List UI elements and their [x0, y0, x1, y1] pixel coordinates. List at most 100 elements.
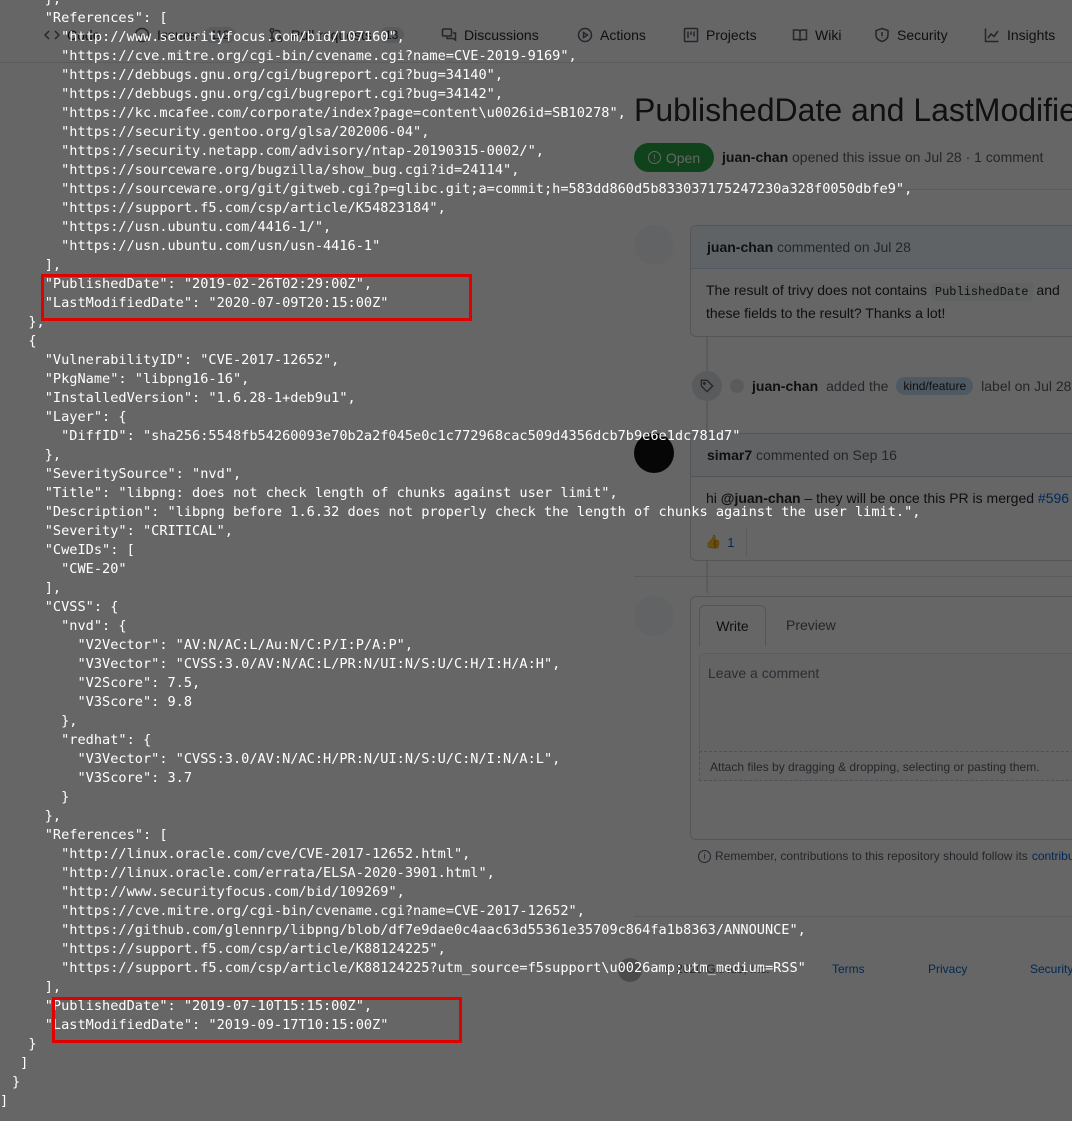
tab-write[interactable]: Write — [699, 605, 766, 646]
graph-icon — [984, 28, 999, 43]
code-line: "http://linux.oracle.com/errata/ELSA-202… — [12, 865, 495, 881]
code-line: "https://support.f5.com/csp/article/K548… — [12, 200, 446, 216]
tab-label: Projects — [706, 27, 757, 43]
repo-nav: Code Issues 112 Pull requests 13 Discuss… — [0, 0, 1072, 63]
issue-icon — [134, 27, 150, 43]
code-line: ] — [12, 1055, 29, 1071]
footer-divider — [634, 916, 1072, 917]
footer-copyright: © 2020 GitHub, Inc. — [664, 962, 770, 976]
code-line: }, — [12, 447, 62, 463]
code-line: "https://kc.mcafee.com/corporate/index?p… — [12, 105, 626, 121]
open-issue-icon: ! — [647, 151, 661, 164]
code-line: "Layer": { — [12, 409, 127, 425]
comment-card: juan-chan commented on Jul 28 The result… — [690, 225, 1072, 337]
code-icon — [44, 30, 60, 40]
comment-header: simar7 commented on Sep 16 — [691, 434, 1072, 477]
code-line: "CweIDs": [ — [12, 542, 135, 558]
tab-preview[interactable]: Preview — [786, 617, 836, 633]
code-line: "VulnerabilityID": "CVE-2017-12652", — [12, 352, 340, 368]
issue-author-link[interactable]: juan-chan — [722, 149, 788, 165]
contribution-notice: i Remember, contributions to this reposi… — [698, 849, 1072, 863]
code-line: "V2Vector": "AV:N/AC:L/Au:N/C:P/I:P/A:P"… — [12, 637, 414, 653]
code-line: "PkgName": "libpng16-16", — [12, 371, 250, 387]
code-line: "https://usn.ubuntu.com/usn/usn-4416-1" — [12, 238, 381, 254]
pr-count: 13 — [378, 27, 405, 43]
comment-author-link[interactable]: simar7 — [707, 447, 752, 463]
issue-meta: juan-chan opened this issue on Jul 28 · … — [722, 149, 1043, 165]
project-icon — [683, 27, 699, 43]
avatar[interactable] — [634, 225, 674, 265]
pull-request-icon — [269, 27, 283, 43]
code-line: "https://sourceware.org/bugzilla/show_bu… — [12, 162, 520, 178]
reaction-button[interactable]: 👍 1 — [691, 527, 747, 557]
comment-author-link[interactable]: juan-chan — [707, 239, 773, 255]
code-line: "nvd": { — [12, 618, 127, 634]
avatar[interactable] — [634, 433, 674, 473]
mention-link[interactable]: @juan-chan — [721, 490, 801, 506]
code-line: "https://security.netapp.com/advisory/nt… — [12, 143, 544, 159]
footer-security-link[interactable]: Security — [1030, 962, 1072, 976]
code-line: "V2Score": 7.5, — [12, 675, 201, 691]
code-line: } — [12, 1074, 21, 1090]
tab-code[interactable]: Code — [44, 27, 100, 43]
info-icon: i — [698, 849, 711, 863]
attach-files-bar[interactable]: Attach files by dragging & dropping, sel… — [699, 751, 1072, 781]
avatar[interactable] — [634, 596, 674, 636]
tab-pull-requests[interactable]: Pull requests 13 — [268, 27, 405, 43]
code-line: "redhat": { — [12, 732, 152, 748]
tab-issues[interactable]: Issues 112 — [134, 27, 236, 43]
tab-wiki[interactable]: Wiki — [792, 27, 841, 43]
code-line: "V3Score": 3.7 — [12, 770, 193, 786]
code-line: "https://cve.mitre.org/cgi-bin/cvename.c… — [12, 903, 585, 919]
github-logo-icon[interactable] — [618, 958, 642, 982]
tab-insights[interactable]: Insights — [984, 27, 1055, 43]
code-line: } — [12, 1036, 37, 1052]
tab-security[interactable]: Security — [874, 27, 948, 43]
state-badge: ! Open — [634, 143, 714, 172]
tab-label: Pull requests — [291, 27, 372, 43]
comment-text: these fields to the result? Thanks a lot… — [706, 305, 946, 321]
pr-link[interactable]: #596 — [1038, 490, 1069, 506]
issue-title: PublishedDate and LastModifie — [634, 92, 1072, 128]
code-line: "CVSS": { — [12, 599, 119, 615]
notice-text: Remember, contributions to this reposito… — [715, 849, 1028, 863]
tab-discussions[interactable]: Discussions — [441, 27, 539, 43]
header-divider — [634, 189, 1072, 190]
tab-actions[interactable]: Actions — [577, 27, 646, 43]
contributing-link[interactable]: contribu — [1032, 849, 1072, 863]
comment-header: juan-chan commented on Jul 28 — [691, 226, 1072, 269]
code-line: "V3Score": 9.8 — [12, 694, 193, 710]
shield-icon — [875, 27, 889, 43]
discussion-icon — [441, 28, 457, 42]
comment-timestamp[interactable]: commented on Sep 16 — [756, 447, 897, 463]
tab-projects[interactable]: Projects — [683, 27, 757, 43]
event-actor-link[interactable]: juan-chan — [752, 378, 818, 394]
code-line: ], — [12, 257, 62, 273]
event-action: added the — [826, 378, 889, 394]
comment-text: The result of trivy does not contains — [706, 282, 927, 298]
code-line: "Title": "libpng: does not check length … — [12, 485, 618, 501]
comment-textarea[interactable]: Leave a comment — [699, 653, 1072, 752]
comment-placeholder: Leave a comment — [708, 665, 820, 681]
comment-text: hi — [706, 490, 717, 506]
event-suffix: label on Jul 28 — [981, 378, 1072, 394]
comment-card: simar7 commented on Sep 16 hi @juan-chan… — [690, 433, 1072, 561]
timeline-divider — [634, 576, 1072, 577]
tab-label: Actions — [600, 27, 646, 43]
label-pill[interactable]: kind/feature — [896, 377, 974, 395]
issues-count: 112 — [204, 27, 236, 43]
book-icon — [792, 29, 808, 42]
code-line: "http://linux.oracle.com/cve/CVE-2017-12… — [12, 846, 471, 862]
code-line: "References": [ — [12, 827, 168, 843]
footer-privacy-link[interactable]: Privacy — [928, 962, 967, 976]
play-icon — [577, 27, 593, 43]
comment-header-text: juan-chan commented on Jul 28 — [707, 239, 911, 255]
tab-label: Insights — [1007, 27, 1056, 43]
footer-terms-link[interactable]: Terms — [832, 962, 865, 976]
label-event: juan-chan added the kind/feature label o… — [692, 371, 1071, 401]
thumbs-up-icon: 👍 — [705, 534, 722, 549]
code-line: ] — [0, 1093, 9, 1109]
code-line: "DiffID": "sha256:5548fb54260093e70b2a2f… — [12, 428, 741, 444]
avatar[interactable] — [730, 379, 744, 393]
comment-timestamp[interactable]: commented on Jul 28 — [777, 239, 911, 255]
